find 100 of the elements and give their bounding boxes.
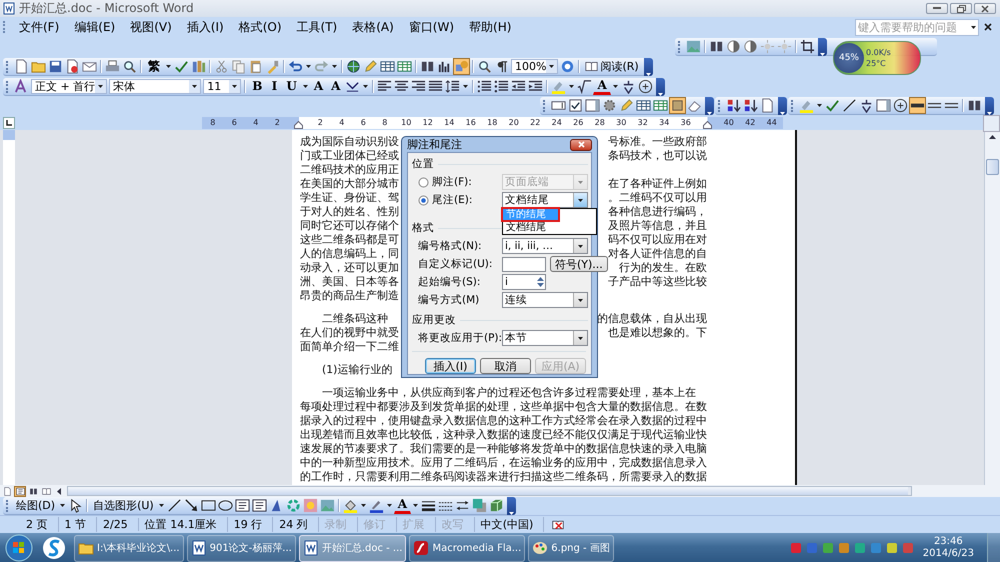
section-heading: 格式: [412, 221, 434, 235]
ruler-number: 36: [675, 117, 696, 129]
ruler-number: 30: [610, 117, 632, 129]
field-label: 编号格式(N):: [417, 239, 483, 253]
text-line: 同时它还可以存储个: [300, 219, 399, 233]
toolbar-button[interactable]: 阅读(R): [582, 58, 642, 75]
text-line: 洲、美国、日本等各: [300, 275, 399, 289]
text-line: 二维条码这种: [322, 312, 388, 326]
taskbar-button[interactable]: I:\本科毕业论文\...: [74, 534, 184, 562]
dropdown[interactable]: 正文 + 首行: [31, 79, 108, 94]
menu-item[interactable]: 帮助(H): [463, 18, 518, 36]
text-line: 及照片等信息，并且: [608, 219, 707, 233]
section-heading: 位置: [412, 157, 434, 171]
field-label: 起始编号(S):: [417, 275, 482, 289]
text-line: 昂贵的商品生产制造: [300, 289, 399, 303]
ruler-number: 14: [438, 117, 460, 129]
dropdown[interactable]: 100%: [511, 59, 558, 74]
text-format-button[interactable]: A: [327, 78, 344, 95]
text-line: 对各人证件信息的自: [608, 247, 707, 261]
ruler-number: 2: [274, 117, 281, 129]
dropdown[interactable]: 连续: [502, 292, 588, 308]
dropdown[interactable]: 文档结尾: [502, 192, 588, 208]
ruler-number: 4: [331, 117, 352, 129]
text-format-button[interactable]: 繁: [144, 58, 164, 75]
ruler-number: 18: [482, 117, 503, 129]
dialog-button[interactable]: 插入(I): [425, 358, 476, 374]
taskbar-button[interactable]: Macromedia Fla...: [409, 534, 526, 562]
status-item: 1 节: [58, 517, 97, 532]
text-format-button[interactable]: I: [266, 78, 282, 95]
status-item: 24 列: [273, 517, 319, 532]
toolbar-button[interactable]: 绘图(D): [13, 497, 58, 514]
status-item: 修订: [358, 517, 397, 532]
text-format-button[interactable]: A: [310, 78, 328, 95]
text-line: 动录入，还可以更加: [300, 261, 399, 275]
text-line: 也是难以想象的。下: [608, 326, 707, 340]
text-line: 据录入的过程中，使用键盘录入数据信息的这种工作方式经常会在录入数据的过程中: [300, 414, 707, 428]
status-item: 扩展: [396, 517, 436, 532]
ruler-number: 20: [503, 117, 524, 129]
ruler-number: 40: [722, 117, 735, 129]
ruler-number: 6: [352, 117, 374, 129]
ruler-number: 44: [766, 117, 778, 129]
text-line: 。二维码不仅可以用: [608, 191, 707, 205]
text-line: 在美国的大部分城市: [300, 177, 399, 191]
taskbar-button[interactable]: 6.png - 画图: [528, 534, 614, 562]
dialog-title: 脚注和尾注: [407, 137, 462, 152]
ruler-number: 6: [230, 117, 238, 129]
temperature-label: 25°C: [866, 58, 887, 69]
dropdown[interactable]: 本节: [502, 330, 588, 346]
text-line: 的信息载体，自从出现: [597, 312, 707, 326]
symbol-button[interactable]: 符号(Y)...: [550, 256, 608, 272]
text-line: 码不仅可以应用在对: [608, 233, 707, 247]
dropdown[interactable]: i, ii, iii, …: [502, 238, 588, 254]
ruler-number: 16: [460, 117, 482, 129]
list-option[interactable]: 文档结尾: [503, 222, 596, 233]
taskbar-button[interactable]: 901论文-杨丽萍...: [186, 534, 296, 562]
text-line: 号标准。一些政府部: [608, 135, 707, 149]
text-line: 中的一种新型应用技术。应用了二维码后，在运输业务的应用中，完成数据信息录入: [300, 456, 707, 470]
status-item: 录制: [318, 517, 358, 532]
menu-item[interactable]: 表格(A): [346, 18, 400, 36]
ruler-number: 22: [524, 117, 546, 129]
ruler-number: 28: [589, 117, 610, 129]
menu-item[interactable]: 窗口(W): [402, 18, 460, 36]
text-line: 各种信息进行编码，: [608, 205, 707, 219]
section-heading: 应用更改: [412, 313, 456, 327]
ruler-number: 12: [417, 117, 438, 129]
spin-field[interactable]: i: [502, 274, 546, 290]
text-line: (1)运输行业的: [322, 363, 392, 377]
dialog-button[interactable]: 取消: [480, 358, 531, 374]
text-line: 的工作时，只需要利用二维条码阅读器来进行扫描这些二维条码，所需要录入的数据: [300, 470, 707, 484]
menu-item[interactable]: 编辑(E): [68, 18, 122, 36]
text-line: 人的信息编码上，同: [300, 247, 399, 261]
menu-item[interactable]: 工具(T): [290, 18, 344, 36]
status-item: 改写: [436, 517, 475, 532]
status-item: 中文(中国): [474, 517, 544, 532]
percent-label: 45%: [834, 43, 864, 73]
text-format-button[interactable]: U: [282, 78, 301, 95]
field-label: 将更改应用于(P):: [417, 331, 502, 345]
text-line: 在人们的视野中就受: [300, 326, 399, 340]
help-search-field[interactable]: 键入需要帮助的问题: [855, 18, 979, 36]
menu-item[interactable]: 格式(O): [232, 18, 288, 36]
text-line: 这些二维条码都是可: [300, 233, 399, 247]
text-line: 行为的发生。在欧: [619, 261, 707, 275]
text-line: 成为国际自动识别设: [300, 135, 399, 149]
menu-item[interactable]: 文件(F): [13, 18, 66, 36]
toolbar-button[interactable]: 自选图形(U): [90, 497, 157, 514]
text-line: 于对人的姓名、性别: [300, 205, 399, 219]
radio-label: 尾注(E):: [432, 193, 472, 207]
dropdown[interactable]: 11: [203, 79, 242, 94]
text-format-button[interactable]: B: [248, 78, 266, 95]
status-item: 2 页: [20, 517, 58, 532]
clock-date: 2014/6/23: [922, 548, 974, 560]
speed-label: 0.0K/s: [866, 47, 891, 58]
menu-item[interactable]: 视图(V): [124, 18, 178, 36]
ruler-number: 24: [546, 117, 568, 129]
text-line: 条码技术，也可以说: [608, 149, 707, 163]
menu-item[interactable]: 插入(I): [180, 18, 230, 36]
ruler-number: 34: [654, 117, 675, 129]
window-title: 开始汇总.doc - Microsoft Word: [19, 0, 195, 17]
ruler-number: 8: [209, 117, 216, 129]
dropdown[interactable]: 宋体: [109, 79, 202, 94]
